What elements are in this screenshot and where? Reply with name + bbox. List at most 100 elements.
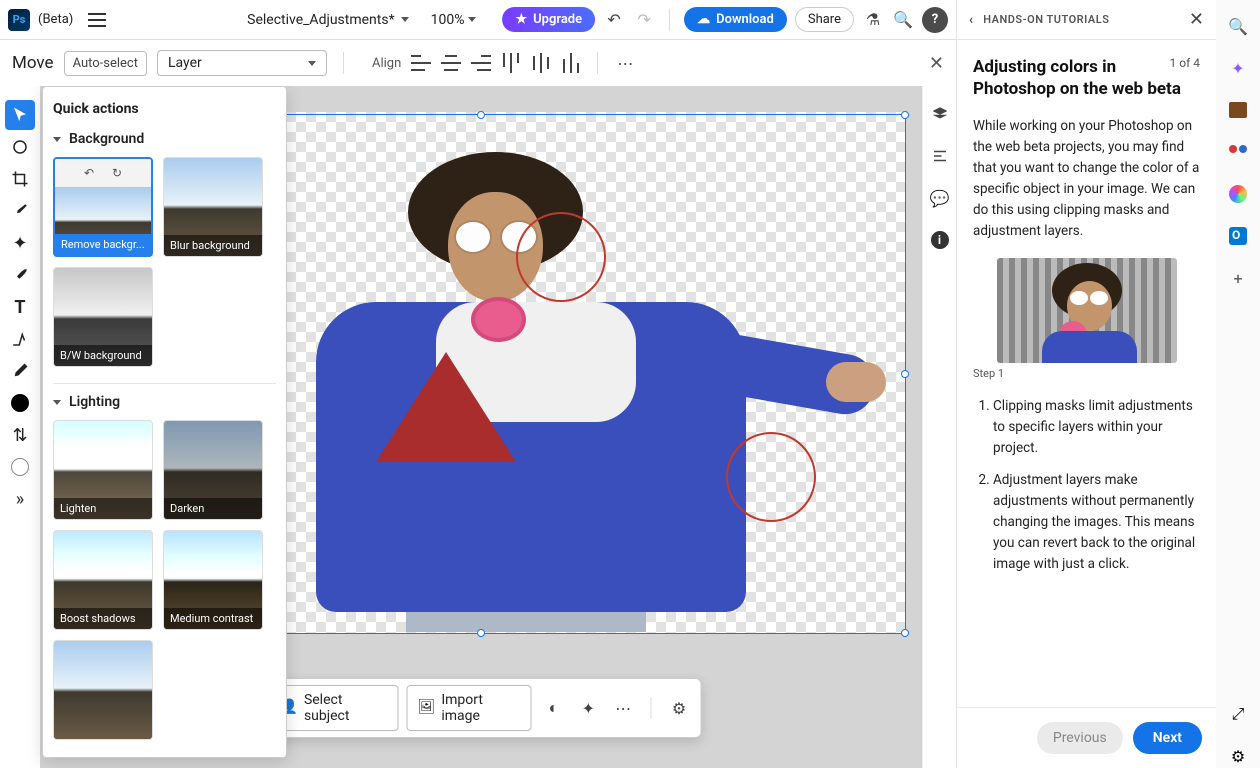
- divider: [53, 383, 276, 384]
- qa-remove-background[interactable]: ↶↻ Remove backgr...: [53, 157, 153, 257]
- app-logo[interactable]: Ps: [8, 9, 30, 31]
- chevron-down-icon: [401, 17, 409, 22]
- briefcase-icon[interactable]: [1226, 98, 1250, 122]
- brush-tool[interactable]: [5, 260, 35, 290]
- search-button[interactable]: 🔍: [892, 9, 914, 31]
- section-lighting[interactable]: Lighting: [53, 394, 276, 410]
- tutorial-breadcrumb[interactable]: HANDS-ON TUTORIALS: [983, 13, 1109, 26]
- adjust-icon[interactable]: ◐: [540, 694, 567, 722]
- separator: [669, 9, 670, 31]
- document-title-text: Selective_Adjustments*: [247, 12, 394, 28]
- section-background[interactable]: Background: [53, 131, 276, 147]
- qa-label: Lighten: [54, 498, 152, 519]
- back-button[interactable]: ‹: [969, 12, 973, 28]
- app-header: Ps (Beta) Selective_Adjustments* 100% ★ …: [0, 0, 956, 40]
- layers-icon[interactable]: [930, 104, 950, 124]
- previous-button: Previous: [1037, 722, 1123, 754]
- qa-lighten[interactable]: Lighten: [53, 420, 153, 520]
- step-counter: 1 of 4: [1170, 56, 1200, 70]
- tutorial-step-label: Step 1: [973, 367, 1200, 380]
- active-tool-label: Move: [12, 53, 54, 73]
- comments-icon[interactable]: 💬: [930, 188, 950, 208]
- layer-add-tool[interactable]: [5, 324, 35, 354]
- align-label: Align: [372, 56, 401, 71]
- object-select-tool[interactable]: [5, 132, 35, 162]
- sliders-icon[interactable]: ⚙: [666, 694, 693, 722]
- foreground-color[interactable]: [5, 388, 35, 418]
- add-icon[interactable]: +: [1226, 266, 1250, 290]
- download-label: Download: [716, 12, 774, 27]
- select-subject-button[interactable]: 👤 Select subject: [270, 685, 399, 731]
- qa-blur-background[interactable]: Blur background: [163, 157, 263, 257]
- auto-select-toggle[interactable]: Auto-select: [64, 51, 147, 76]
- chevron-down-icon: [468, 17, 476, 22]
- spot-heal-tool[interactable]: ✦: [5, 228, 35, 258]
- image-import-icon: 🖼: [418, 699, 436, 717]
- undo-button[interactable]: ↶: [603, 9, 625, 31]
- qa-medium-contrast[interactable]: Medium contrast: [163, 530, 263, 630]
- qa-darken[interactable]: Darken: [163, 420, 263, 520]
- zoom-value: 100%: [431, 12, 465, 28]
- handle-br[interactable]: [901, 629, 909, 637]
- crop-tool[interactable]: [5, 164, 35, 194]
- align-center-v-icon[interactable]: [533, 53, 549, 73]
- align-center-h-icon[interactable]: [441, 55, 461, 71]
- import-image-button[interactable]: 🖼 Import image: [407, 685, 532, 731]
- align-left-icon[interactable]: [411, 55, 431, 71]
- download-button[interactable]: ☁ Download: [684, 7, 787, 32]
- swap-colors-icon[interactable]: ⇅: [5, 420, 35, 450]
- people-icon[interactable]: [1226, 140, 1250, 164]
- quick-actions-title: Quick actions: [53, 101, 276, 117]
- handle-bm[interactable]: [477, 629, 485, 637]
- expand-icon[interactable]: ⤢: [1226, 702, 1250, 726]
- next-button[interactable]: Next: [1133, 722, 1202, 754]
- qa-boost-shadows[interactable]: Boost shadows: [53, 530, 153, 630]
- settings-icon[interactable]: ⚙: [1226, 744, 1250, 768]
- more-options-icon[interactable]: ⋯: [614, 52, 636, 74]
- info-icon[interactable]: i: [930, 230, 950, 250]
- qa-extra[interactable]: [53, 640, 153, 740]
- beta-label: (Beta): [38, 12, 73, 27]
- properties-icon[interactable]: [930, 146, 950, 166]
- effects-icon[interactable]: ✦: [575, 694, 602, 722]
- section-label: Background: [69, 131, 144, 147]
- upgrade-label: Upgrade: [533, 12, 582, 27]
- align-right-icon[interactable]: [471, 55, 491, 71]
- ai-icon[interactable]: ✦: [1226, 56, 1250, 80]
- help-button[interactable]: ?: [922, 7, 948, 33]
- document-title-dropdown[interactable]: Selective_Adjustments*: [247, 12, 408, 28]
- handle-tm[interactable]: [477, 111, 485, 119]
- tutorial-thumbnail: [997, 258, 1177, 363]
- share-button[interactable]: Share: [795, 7, 854, 32]
- target-layer-dropdown[interactable]: Layer: [157, 50, 327, 76]
- eyedropper-tool[interactable]: [5, 196, 35, 226]
- close-options-button[interactable]: ✕: [929, 53, 944, 74]
- background-color[interactable]: [5, 452, 35, 482]
- text-tool[interactable]: T: [5, 292, 35, 322]
- outlook-icon[interactable]: [1226, 224, 1250, 248]
- menu-button[interactable]: [85, 8, 109, 32]
- zoom-dropdown[interactable]: 100%: [431, 12, 477, 28]
- qa-label: Medium contrast: [164, 608, 262, 629]
- tutorial-list-item: Adjustment layers make adjustments witho…: [993, 470, 1200, 575]
- align-top-icon[interactable]: [503, 53, 519, 73]
- search-icon[interactable]: 🔍: [1226, 14, 1250, 38]
- target-value: Layer: [168, 55, 202, 71]
- redo-button[interactable]: ↷: [633, 9, 655, 31]
- more-tools-icon[interactable]: »: [5, 484, 35, 514]
- beaker-icon[interactable]: ⚗: [862, 9, 884, 31]
- tutorial-list: Clipping masks limit adjustments to spec…: [973, 396, 1200, 575]
- copilot-icon[interactable]: [1226, 182, 1250, 206]
- qa-bw-background[interactable]: B/W background: [53, 267, 153, 367]
- select-subject-label: Select subject: [304, 692, 388, 724]
- handle-mr[interactable]: [901, 370, 909, 378]
- chevron-down-icon: [53, 400, 61, 405]
- handle-tr[interactable]: [901, 111, 909, 119]
- color-sampler-tool[interactable]: [5, 356, 35, 386]
- close-tutorial-button[interactable]: ✕: [1189, 9, 1204, 30]
- more-icon[interactable]: ⋯: [610, 694, 637, 722]
- undo-icon: ↶: [84, 166, 94, 180]
- upgrade-button[interactable]: ★ Upgrade: [502, 7, 595, 32]
- align-bottom-icon[interactable]: [563, 53, 579, 73]
- move-tool[interactable]: [5, 100, 35, 130]
